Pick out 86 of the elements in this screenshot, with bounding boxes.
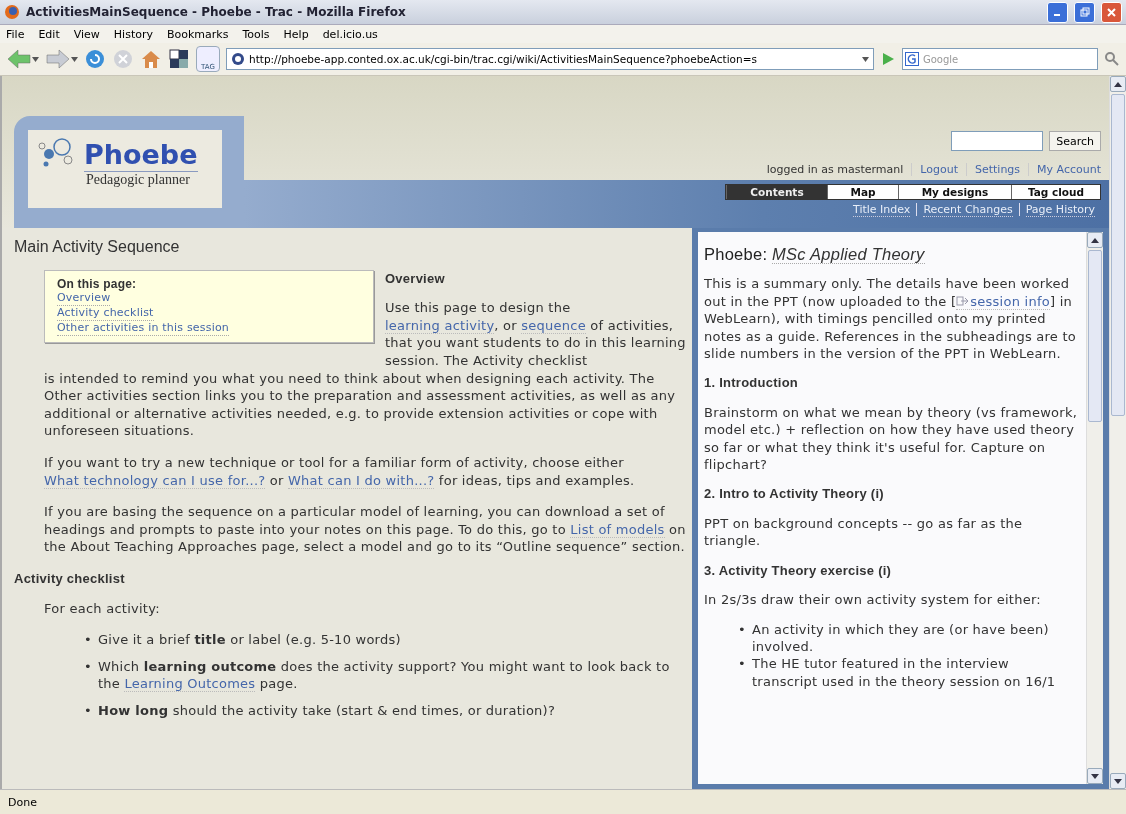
down-arrow-icon[interactable] — [1114, 778, 1122, 784]
menu-item[interactable]: Bookmarks — [167, 27, 229, 41]
paragraph: If you want to try a new technique or tool for a familiar form of activity, choose either What technology can I use for...? or What can I do with...? for ideas, tips and examples. — [44, 453, 636, 490]
menu-item[interactable]: Help — [283, 27, 309, 41]
menu-item[interactable]: History — [113, 27, 153, 41]
nav-tab[interactable]: My designs — [898, 185, 1011, 199]
paragraph: Brainstorm on what we mean by theory (vs framework, model etc.) + reflection on how they have used theory so far or what they think it's useful for. Capture on flipchart? — [704, 403, 1078, 474]
bullet-mark: • — [84, 657, 93, 676]
bullet-mark: • — [84, 631, 93, 649]
link[interactable]: What technology can I use for...? — [44, 472, 266, 489]
restore-icon — [1079, 7, 1090, 17]
page-link[interactable]: Title Index — [853, 202, 911, 217]
logo[interactable]: Phoebe Pedagogic planner — [28, 130, 222, 208]
up-arrow-icon[interactable] — [1091, 237, 1099, 243]
minimize-button[interactable] — [1047, 1, 1068, 23]
link[interactable]: session info — [956, 293, 1050, 310]
paragraph: For each activity: — [44, 599, 161, 618]
reload-icon[interactable] — [84, 48, 106, 70]
menu-item[interactable]: del.icio.us — [322, 27, 378, 41]
page-heading: Main Activity Sequence — [14, 238, 181, 256]
link[interactable]: List of models — [570, 521, 665, 538]
list-item: How long should the activity take (start & end times, or duration)? — [98, 701, 556, 720]
nav-tab[interactable]: Contents — [726, 185, 827, 199]
dropdown-caret-icon[interactable] — [862, 56, 869, 62]
address-field[interactable]: http://phoebe-app.conted.ox.ac.uk/cgi-bin/trac.cgi/wiki/ActivitiesMainSequence?phoebeAction=s — [226, 48, 874, 70]
home-icon[interactable] — [140, 48, 162, 70]
search-engine-icon[interactable] — [905, 52, 919, 66]
page-link[interactable]: Page History — [1025, 202, 1095, 217]
paragraph: is intended to remind you what you need to think about when designing each activity. The Other activities section links you to the preparation and assessment activities, as well as any additional or alternative activities needed, e.g. to provide extension activities or cope with unforeseen situations. — [44, 369, 677, 440]
close-button[interactable] — [1101, 1, 1122, 23]
user-link[interactable]: Settings — [965, 163, 1021, 176]
paragraph: This is a summary only. The details have been worked out in the PPT (now uploaded to the [ session info] in WebLearn), with timings pencilled onto my printed notes as a guide. References in the subheadings are to slide numbers in the version of the PPT in WebLearn. — [704, 275, 1078, 363]
contents-link[interactable]: Other activities in this session — [57, 320, 230, 336]
bullet-mark: • — [738, 620, 747, 639]
menu-item[interactable]: Edit — [38, 27, 60, 41]
login-status: logged in as mastermanl — [766, 163, 904, 176]
link[interactable]: Learning Outcomes — [124, 676, 256, 693]
scrollbar[interactable] — [1109, 76, 1126, 789]
nav-tab[interactable]: Tag cloud — [1011, 185, 1100, 199]
browser-logo-icon — [4, 4, 20, 20]
link[interactable]: MSc Applied Theory — [772, 245, 925, 264]
grid-icon[interactable] — [168, 48, 190, 70]
close-icon — [1107, 7, 1116, 17]
bullet-mark: • — [84, 701, 93, 720]
list-item: An activity in which they are (or have been) involved. — [752, 620, 1050, 656]
scrollbar[interactable] — [1086, 232, 1103, 784]
section-heading: 1. Introduction — [704, 374, 800, 392]
site-icon — [231, 52, 245, 66]
paragraph: In 2s/3s draw their own activity system for either: — [704, 591, 1042, 609]
go-icon[interactable] — [880, 51, 896, 67]
paragraph: Use this page to design the learning activity, or sequence of activities, that you want students to do in this learning session. The Activity checklist — [385, 299, 686, 370]
section-heading: 2. Intro to Activity Theory (i) — [704, 485, 885, 503]
dropdown-caret-icon[interactable] — [71, 56, 78, 62]
search-field[interactable] — [951, 131, 1044, 151]
bullet-mark: • — [738, 655, 747, 674]
user-link[interactable]: Logout — [911, 163, 958, 176]
status-text: Done — [8, 795, 37, 809]
section-heading: Overview — [385, 269, 446, 288]
list-item: Which learning outcome does the activity support? You might want to look back to the Learning Outcomes page. — [98, 657, 671, 693]
up-arrow-icon[interactable] — [1114, 81, 1122, 87]
list-item: Give it a brief title or label (e.g. 5-10 words) — [98, 631, 401, 649]
menu-item[interactable]: File — [6, 27, 25, 41]
paragraph: If you are basing the sequence on a particular model of learning, you can download a set of headings and prompts to paste into your notes on this page. To do this, go to List of models on the About Teaching Approaches page, select a model and go to its “Outline sequence” section. — [44, 503, 686, 556]
menu-item[interactable]: View — [73, 27, 100, 41]
contents-link[interactable]: Overview — [57, 290, 111, 306]
section-heading: Activity checklist — [14, 569, 126, 588]
search-button[interactable]: Search — [1049, 131, 1101, 151]
menu-item[interactable]: Tools — [242, 27, 270, 41]
link[interactable]: learning activity — [385, 317, 495, 334]
user-link[interactable]: My Account — [1028, 163, 1101, 176]
dropdown-caret-icon[interactable] — [32, 56, 39, 62]
window-title: ActivitiesMainSequence - Phoebe - Trac - Mozilla Firefox — [26, 5, 407, 19]
link[interactable]: sequence — [521, 317, 586, 334]
section-heading: 3. Activity Theory exercise (i) — [704, 561, 893, 580]
contents-title: On this page: — [57, 276, 138, 291]
down-arrow-icon[interactable] — [1091, 773, 1099, 779]
maximize-button[interactable] — [1074, 1, 1095, 23]
nav-tab[interactable]: Map — [827, 185, 898, 199]
link[interactable]: What can I do with...? — [288, 472, 435, 489]
external-link-icon — [956, 295, 971, 306]
page-link[interactable]: Recent Changes — [923, 202, 1013, 217]
paragraph: PPT on background concepts -- go as far as the triangle. — [704, 514, 1024, 550]
sidebar-title: Phoebe: MSc Applied Theory — [704, 246, 926, 264]
list-item: The HE tutor featured in the interview transcript used in the theory session on 16/1 — [752, 655, 1057, 691]
search-icon[interactable] — [1104, 51, 1120, 67]
contents-link[interactable]: Activity checklist — [57, 305, 154, 321]
